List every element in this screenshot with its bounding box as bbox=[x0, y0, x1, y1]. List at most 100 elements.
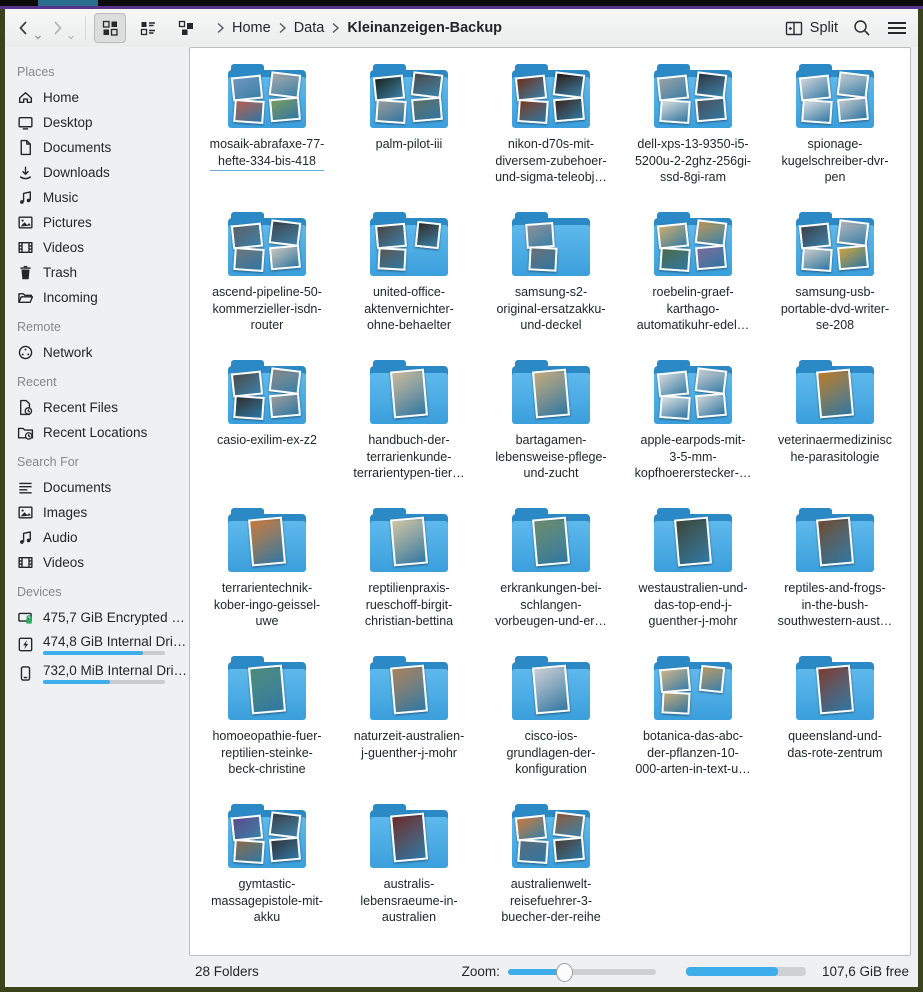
folder-item[interactable]: westaustralien-und-das-top-end-j-guenthe… bbox=[622, 506, 764, 654]
photo-thumbnail bbox=[816, 517, 854, 567]
forward-button[interactable] bbox=[48, 19, 75, 37]
folder-item[interactable]: australis-lebensraeume-in-australien bbox=[338, 802, 480, 950]
sidebar-item-documents[interactable]: Documents bbox=[15, 475, 189, 500]
folder-item[interactable]: casio-exilim-ex-z2 bbox=[196, 358, 338, 506]
split-button[interactable]: Split bbox=[785, 20, 838, 37]
sidebar-item-music[interactable]: Music bbox=[15, 185, 189, 210]
photo-thumbnail bbox=[375, 99, 407, 124]
status-bar: 28 Folders Zoom: 107,6 GiB free bbox=[5, 956, 918, 987]
folder-item[interactable]: bartagamen-lebensweise-pflege-und-zucht bbox=[480, 358, 622, 506]
folder-icon bbox=[370, 804, 448, 870]
sidebar-item-474-8-gib-internal-dri[interactable]: 474,8 GiB Internal Dri… bbox=[15, 630, 189, 659]
folder-item[interactable]: roebelin-graef-karthago-automatikuhr-ede… bbox=[622, 210, 764, 358]
folder-icon bbox=[228, 360, 306, 426]
folder-item[interactable]: terrarientechnik-kober-ingo-geissel-uwe bbox=[196, 506, 338, 654]
sidebar-item-desktop[interactable]: Desktop bbox=[15, 110, 189, 135]
photo-thumbnail bbox=[532, 665, 570, 715]
folder-name: westaustralien-und-das-top-end-j-guenthe… bbox=[638, 580, 747, 630]
breadcrumb-item[interactable]: Kleinanzeigen-Backup bbox=[344, 18, 505, 38]
split-icon bbox=[785, 20, 804, 37]
folder-item[interactable]: ascend-pipeline-50-kommerzieller-isdn-ro… bbox=[196, 210, 338, 358]
sidebar-item-incoming[interactable]: Incoming bbox=[15, 285, 189, 310]
music-icon bbox=[17, 189, 34, 206]
folder-name: reptiles-and-frogs-in-the-bush-southwest… bbox=[778, 580, 893, 630]
folder-item[interactable]: homoeopathie-fuer-reptilien-steinke-beck… bbox=[196, 654, 338, 802]
folder-name: palm-pilot-iii bbox=[376, 136, 443, 153]
folder-item[interactable]: reptilienpraxis-rueschoff-birgit-christi… bbox=[338, 506, 480, 654]
folder-icon bbox=[370, 212, 448, 278]
photo-thumbnail bbox=[377, 247, 406, 270]
sidebar-item-network[interactable]: Network bbox=[15, 340, 189, 365]
sidebar-item-475-7-gib-encrypted[interactable]: 475,7 GiB Encrypted … bbox=[15, 605, 189, 630]
breadcrumb-chevron-icon bbox=[216, 22, 225, 34]
photo-thumbnail bbox=[390, 517, 428, 567]
photo-thumbnail bbox=[515, 814, 547, 841]
photo-thumbnail bbox=[659, 247, 691, 272]
sidebar-item-downloads[interactable]: Downloads bbox=[15, 160, 189, 185]
sidebar-item-732-0-mib-internal-dri[interactable]: 732,0 MiB Internal Dri… bbox=[15, 659, 189, 688]
folder-name: cisco-ios-grundlagen-der-konfiguration bbox=[507, 728, 596, 778]
photo-thumbnail bbox=[375, 223, 407, 250]
folder-item[interactable]: handbuch-der-terrarienkunde-terrarientyp… bbox=[338, 358, 480, 506]
device-usage-bar bbox=[43, 651, 165, 655]
sidebar-section-title: Places bbox=[17, 65, 189, 79]
folder-item[interactable]: gymtastic-massagepistole-mit-akku bbox=[196, 802, 338, 950]
sidebar-item-documents[interactable]: Documents bbox=[15, 135, 189, 160]
folder-icon bbox=[512, 212, 590, 278]
folder-icon bbox=[370, 360, 448, 426]
folder-item[interactable]: samsung-usb-portable-dvd-writer-se-208 bbox=[764, 210, 906, 358]
details-view-button[interactable] bbox=[132, 13, 164, 43]
sidebar-item-videos[interactable]: Videos bbox=[15, 550, 189, 575]
folder-item[interactable]: cisco-ios-grundlagen-der-konfiguration bbox=[480, 654, 622, 802]
sidebar-item-recent-files[interactable]: Recent Files bbox=[15, 395, 189, 420]
folder-item[interactable]: mosaik-abrafaxe-77-hefte-334-bis-418 bbox=[196, 62, 338, 210]
back-button[interactable] bbox=[15, 19, 42, 37]
folder-item[interactable]: palm-pilot-iii bbox=[338, 62, 480, 210]
folder-item[interactable]: veterinaermedizinische-parasitologie bbox=[764, 358, 906, 506]
folder-icon bbox=[512, 360, 590, 426]
folder-item[interactable]: spionage-kugelschreiber-dvr-pen bbox=[764, 62, 906, 210]
folder-item[interactable]: nikon-d70s-mit-diversem-zubehoer-und-sig… bbox=[480, 62, 622, 210]
folder-item[interactable]: australienwelt-reisefuehrer-3-buecher-de… bbox=[480, 802, 622, 950]
photo-thumbnail bbox=[801, 247, 833, 272]
photo-thumbnail bbox=[695, 245, 727, 271]
folder-item[interactable]: apple-earpods-mit-3-5-mm-kopfhoerersteck… bbox=[622, 358, 764, 506]
folder-item[interactable]: botanica-das-abc-der-pflanzen-10-000-art… bbox=[622, 654, 764, 802]
folder-item[interactable]: samsung-s2-original-ersatzakku-und-decke… bbox=[480, 210, 622, 358]
folder-item[interactable]: reptiles-and-frogs-in-the-bush-southwest… bbox=[764, 506, 906, 654]
sidebar-item-trash[interactable]: Trash bbox=[15, 260, 189, 285]
sidebar-item-home[interactable]: Home bbox=[15, 85, 189, 110]
folder-item[interactable]: naturzeit-australien-j-guenther-j-mohr bbox=[338, 654, 480, 802]
folder-item[interactable]: erkrankungen-bei-schlangen-vorbeugen-und… bbox=[480, 506, 622, 654]
device-usage-fill bbox=[43, 680, 110, 684]
sidebar-item-audio[interactable]: Audio bbox=[15, 525, 189, 550]
folder-icon bbox=[796, 360, 874, 426]
file-manager: Home Data Kleinanzeigen-Backup Split bbox=[5, 9, 918, 987]
menu-button[interactable] bbox=[886, 19, 908, 37]
folder-view[interactable]: mosaik-abrafaxe-77-hefte-334-bis-418 palm… bbox=[189, 47, 911, 956]
breadcrumb-item[interactable]: Home bbox=[229, 18, 274, 38]
sidebar-item-label: Incoming bbox=[43, 290, 98, 305]
free-space-label: 107,6 GiB free bbox=[822, 964, 909, 979]
folder-item[interactable]: queensland-und-das-rote-zentrum bbox=[764, 654, 906, 802]
tree-view-button[interactable] bbox=[170, 13, 202, 43]
folder-name: united-office-aktenvernichter-ohne-behae… bbox=[364, 284, 454, 334]
video-icon bbox=[17, 554, 34, 571]
folder-item[interactable]: united-office-aktenvernichter-ohne-behae… bbox=[338, 210, 480, 358]
folder-name: erkrankungen-bei-schlangen-vorbeugen-und… bbox=[495, 580, 607, 630]
sidebar-item-pictures[interactable]: Pictures bbox=[15, 210, 189, 235]
folder-icon bbox=[654, 508, 732, 574]
sidebar-item-images[interactable]: Images bbox=[15, 500, 189, 525]
sidebar-item-videos[interactable]: Videos bbox=[15, 235, 189, 260]
icons-view-button[interactable] bbox=[94, 13, 126, 43]
sidebar-item-recent-locations[interactable]: Recent Locations bbox=[15, 420, 189, 445]
search-button[interactable] bbox=[852, 18, 872, 38]
breadcrumb-item[interactable]: Data bbox=[291, 18, 328, 38]
photo-thumbnail bbox=[657, 370, 689, 397]
tree-view-icon bbox=[177, 19, 195, 37]
sidebar-section-title: Search For bbox=[17, 455, 189, 469]
photo-thumbnail bbox=[269, 837, 301, 863]
folder-item[interactable]: dell-xps-13-9350-i5-5200u-2-2ghz-256gi-s… bbox=[622, 62, 764, 210]
zoom-slider[interactable] bbox=[508, 963, 656, 981]
zoom-slider-handle[interactable] bbox=[556, 963, 573, 982]
